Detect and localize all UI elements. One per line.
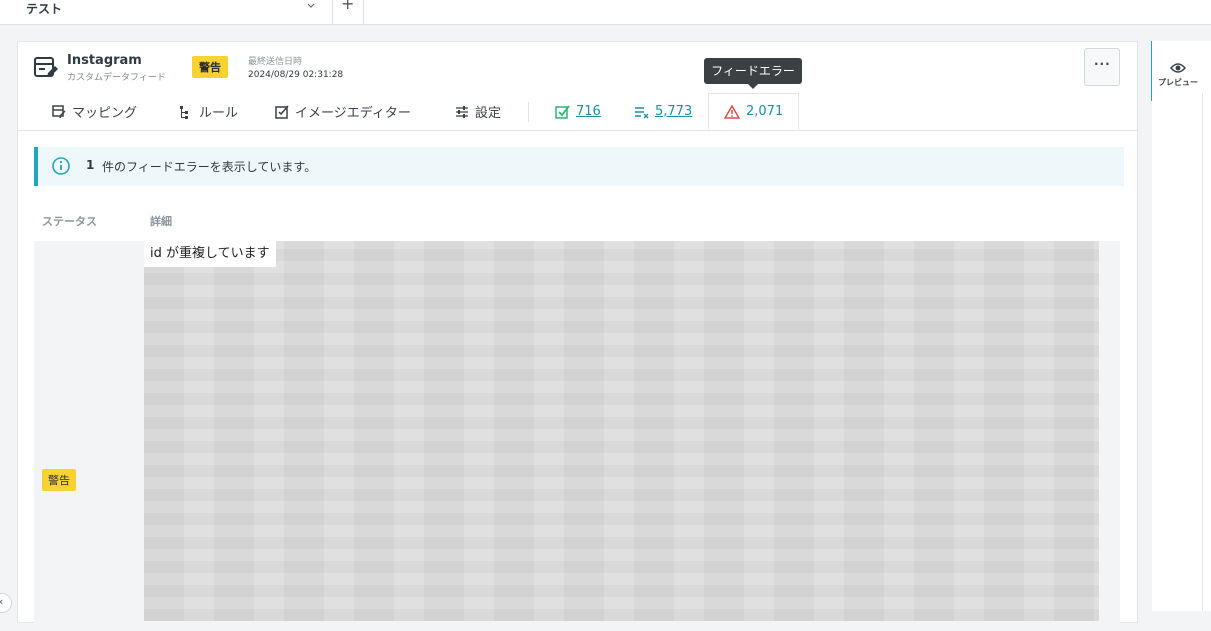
more-icon: ···	[1094, 57, 1111, 71]
tab-feed-errors[interactable]: 2,071	[708, 93, 800, 130]
excluded-items-icon	[635, 106, 649, 118]
feed-card: Instagram カスタムデータフィード 警告 最終送信日時 2024/08/…	[17, 41, 1138, 631]
status-badge: 警告	[192, 56, 228, 78]
info-icon	[52, 157, 70, 179]
feed-edit-icon	[34, 57, 58, 83]
collapse-sidebar-button[interactable]: ‹	[0, 593, 12, 613]
project-tab[interactable]: テスト	[0, 0, 333, 24]
error-result-count: 1	[86, 158, 95, 172]
feed-name: Instagram	[67, 53, 142, 68]
tab-settings[interactable]: 設定	[455, 93, 501, 130]
more-options-button[interactable]: ···	[1084, 48, 1120, 86]
row-status-badge: 警告	[42, 469, 76, 491]
success-count: 716	[576, 104, 601, 119]
last-sent-label: 最終送信日時	[248, 57, 303, 67]
project-tab-bar: テスト +	[0, 0, 1211, 25]
info-message: 件のフィードエラーを表示しています。	[102, 160, 317, 174]
image-editor-icon	[275, 105, 289, 119]
row-detail-text: id が重複しています	[144, 241, 276, 267]
rail-divider	[1202, 93, 1203, 611]
feed-type: カスタムデータフィード	[67, 73, 166, 83]
mapping-icon	[52, 104, 66, 118]
excluded-count: 5,773	[655, 104, 693, 119]
tab-label: イメージエディター	[295, 106, 411, 121]
tab-image-editor[interactable]: イメージエディター	[275, 93, 411, 130]
info-banner: 1 件のフィードエラーを表示しています。	[34, 147, 1124, 186]
chevron-left-icon: ‹	[0, 595, 3, 608]
tab-success-count[interactable]: 716	[555, 93, 601, 130]
chevron-down-icon[interactable]	[306, 0, 316, 15]
eye-icon[interactable]	[1170, 59, 1186, 78]
last-sent-value: 2024/08/29 02:31:28	[248, 70, 344, 80]
tab-rules[interactable]: ルール	[179, 93, 238, 130]
rule-icon	[180, 105, 188, 119]
column-header-status: ステータス	[42, 215, 97, 228]
tab-divider	[528, 102, 529, 122]
redacted-detail-area	[144, 241, 1099, 621]
plus-icon: +	[341, 0, 355, 13]
settings-sliders-icon	[456, 105, 468, 118]
tab-excluded-count[interactable]: 5,773	[634, 93, 692, 130]
column-header-detail: 詳細	[150, 215, 172, 228]
feed-tabs: マッピング ルール イメージエディター 設定 716 5,773 2,071	[18, 93, 1137, 131]
table-row: 警告 id が重複しています	[34, 241, 1120, 631]
tab-mapping[interactable]: マッピング	[52, 93, 137, 130]
warning-triangle-icon	[724, 104, 740, 119]
project-tab-label: テスト	[26, 2, 63, 16]
tab-label: マッピング	[72, 106, 138, 121]
preview-label: プレビュー	[1158, 78, 1198, 87]
tab-label: ルール	[199, 106, 239, 121]
tooltip: フィードエラー	[704, 58, 802, 89]
add-tab-button[interactable]: +	[332, 0, 364, 24]
error-count: 2,071	[746, 104, 784, 119]
tab-label: 設定	[475, 106, 502, 121]
success-check-icon	[555, 105, 570, 119]
